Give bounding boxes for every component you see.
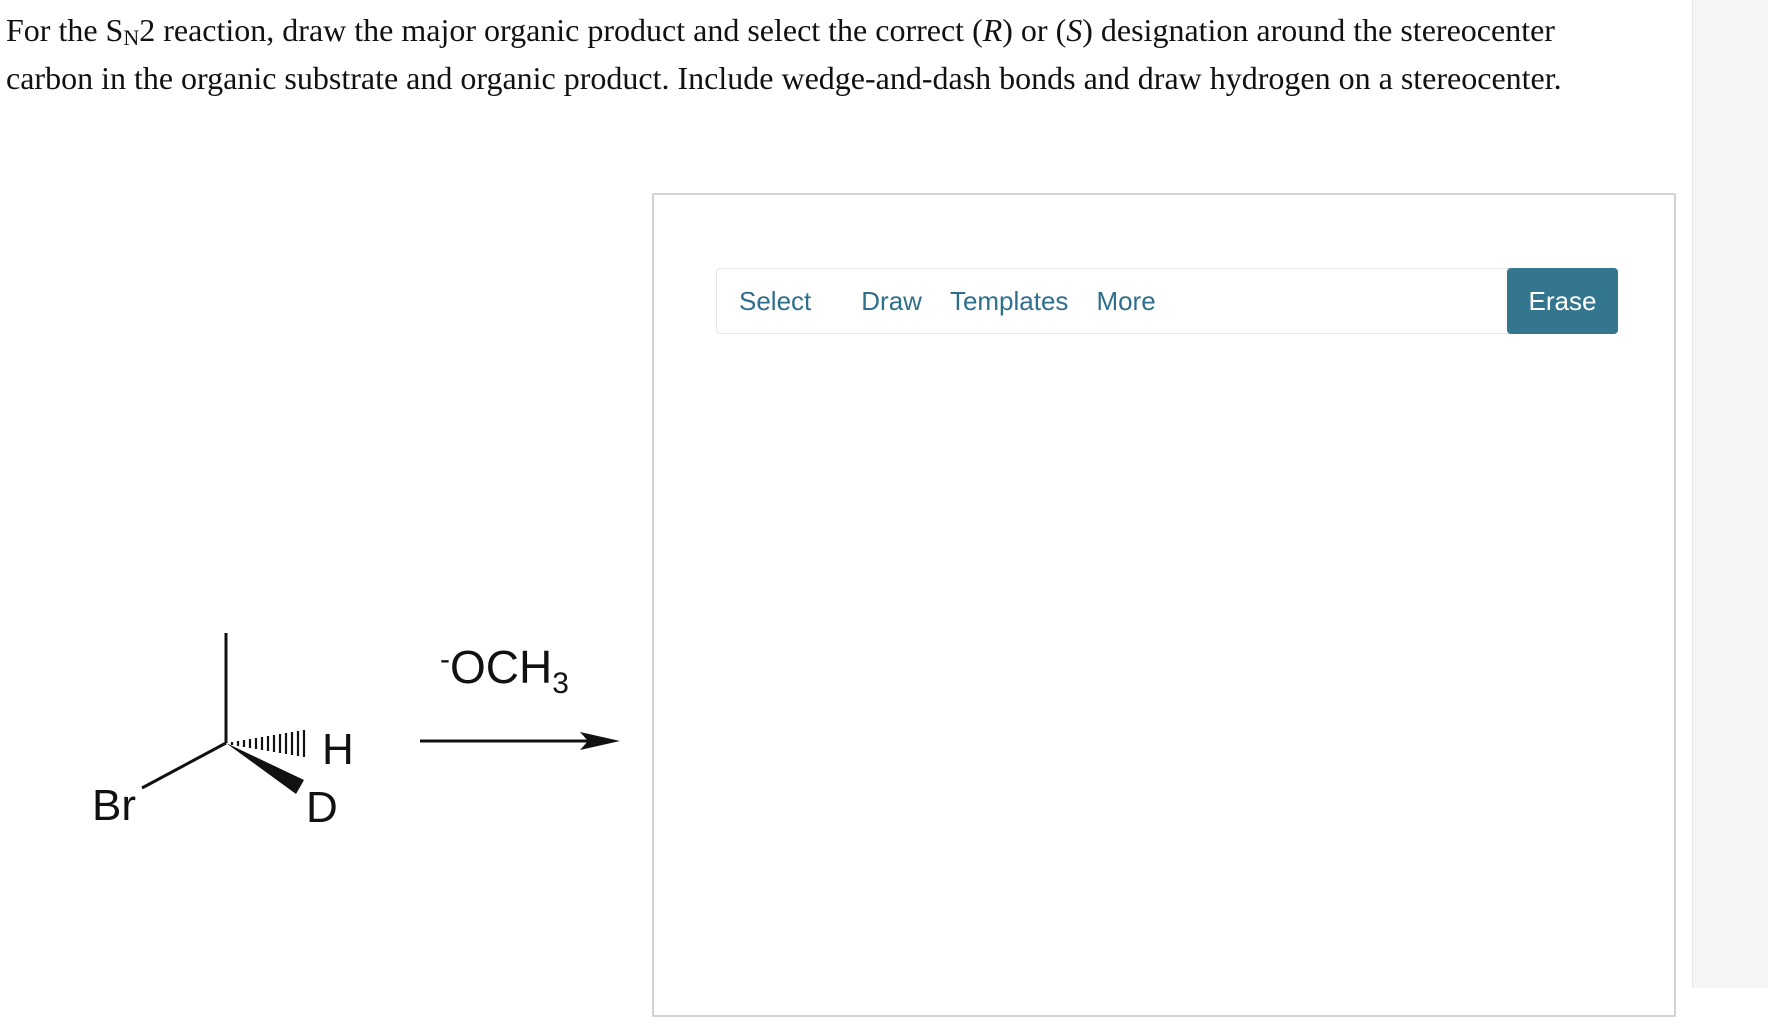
reagent-formula: OCH bbox=[450, 641, 553, 693]
deuterium-label: D bbox=[306, 783, 338, 832]
editor-toolbar: Select Draw Templates More Erase bbox=[716, 268, 1618, 334]
question-s-label: S bbox=[1066, 12, 1083, 48]
substrate-structure bbox=[141, 633, 620, 794]
drawing-editor-panel: Select Draw Templates More Erase bbox=[652, 193, 1676, 1017]
erase-button[interactable]: Erase bbox=[1507, 268, 1618, 334]
hydrogen-label: H bbox=[322, 725, 354, 774]
drawing-canvas[interactable] bbox=[654, 345, 1674, 1015]
tab-templates[interactable]: Templates bbox=[936, 269, 1083, 333]
reagent-charge: - bbox=[440, 643, 450, 676]
reagent-methoxide: -OCH3 bbox=[440, 640, 569, 699]
br-bond bbox=[141, 741, 227, 790]
tab-select[interactable]: Select bbox=[717, 269, 825, 333]
bromine-label: Br bbox=[92, 781, 136, 830]
tab-more[interactable]: More bbox=[1082, 269, 1169, 333]
tab-draw[interactable]: Draw bbox=[847, 269, 936, 333]
question-r-label: R bbox=[982, 12, 1003, 48]
reagent-subscript: 3 bbox=[552, 667, 569, 700]
page-right-gutter bbox=[1692, 0, 1768, 988]
question-part-3: ) or ( bbox=[1002, 12, 1067, 48]
